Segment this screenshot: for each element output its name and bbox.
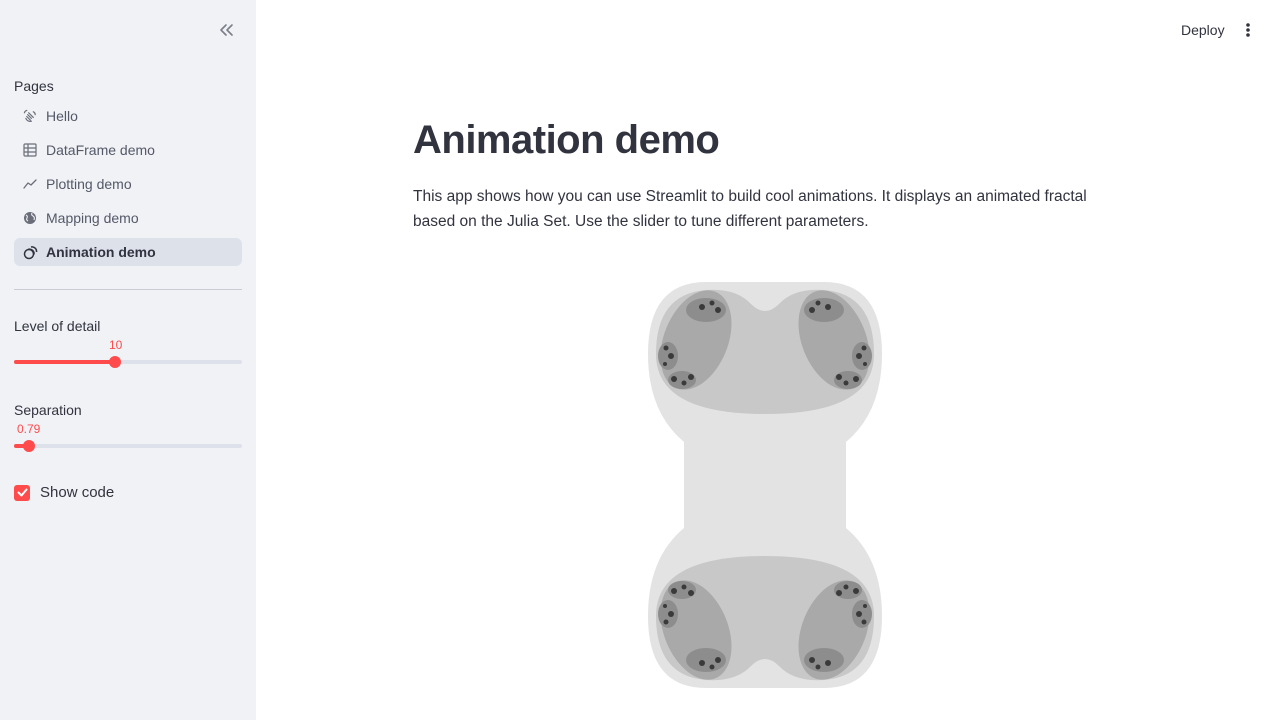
more-vertical-icon	[1246, 23, 1250, 37]
sidebar-item-label: DataFrame demo	[46, 142, 155, 158]
collapse-sidebar-button[interactable]	[214, 18, 238, 42]
sidebar-item-label: Plotting demo	[46, 176, 132, 192]
sidebar-divider	[14, 289, 242, 290]
separation-slider-block: Separation 0.79	[14, 402, 242, 454]
sidebar-item-hello[interactable]: Hello	[14, 102, 242, 130]
chevrons-left-icon	[220, 24, 233, 36]
level-of-detail-slider[interactable]	[14, 356, 242, 368]
pages-label: Pages	[14, 78, 54, 94]
slider-fill	[14, 360, 115, 364]
separation-slider[interactable]	[14, 440, 242, 452]
show-code-checkbox-row[interactable]: Show code	[14, 484, 114, 501]
page-description: This app shows how you can use Streamlit…	[413, 188, 1087, 230]
main-menu-button[interactable]	[1238, 18, 1258, 42]
checkmark-icon	[17, 488, 27, 497]
sidebar-item-plotting-demo[interactable]: Plotting demo	[14, 170, 242, 198]
sidebar-item-dataframe-demo[interactable]: DataFrame demo	[14, 136, 242, 164]
sidebar-item-animation-demo[interactable]: Animation demo	[14, 238, 242, 266]
slider-thumb[interactable]	[109, 356, 121, 368]
page-nav: Hello DataFrame demo Plotting demo Mappi…	[14, 102, 242, 272]
animation-icon	[22, 244, 38, 260]
fractal-image	[646, 282, 884, 688]
globe-icon	[22, 210, 38, 226]
separation-label: Separation	[14, 402, 82, 418]
hand-wave-icon	[22, 108, 38, 124]
separation-value: 0.79	[17, 422, 41, 436]
chart-line-icon	[22, 176, 38, 192]
show-code-label: Show code	[40, 484, 115, 501]
sidebar-item-label: Mapping demo	[46, 210, 139, 226]
slider-thumb[interactable]	[23, 440, 35, 452]
show-code-checkbox[interactable]	[14, 484, 30, 501]
sidebar-item-mapping-demo[interactable]: Mapping demo	[14, 204, 242, 232]
table-icon	[22, 142, 38, 158]
sidebar-item-label: Hello	[46, 108, 78, 124]
level-of-detail-slider-block: Level of detail 10	[14, 318, 242, 370]
sidebar-item-label: Animation demo	[46, 244, 156, 260]
page-title: Animation demo	[413, 118, 720, 162]
level-of-detail-label: Level of detail	[14, 318, 101, 334]
deploy-button[interactable]: Deploy	[1172, 18, 1234, 42]
level-of-detail-value: 10	[109, 338, 123, 352]
sidebar: Pages Hello DataFrame demo Plotting demo…	[0, 0, 256, 720]
